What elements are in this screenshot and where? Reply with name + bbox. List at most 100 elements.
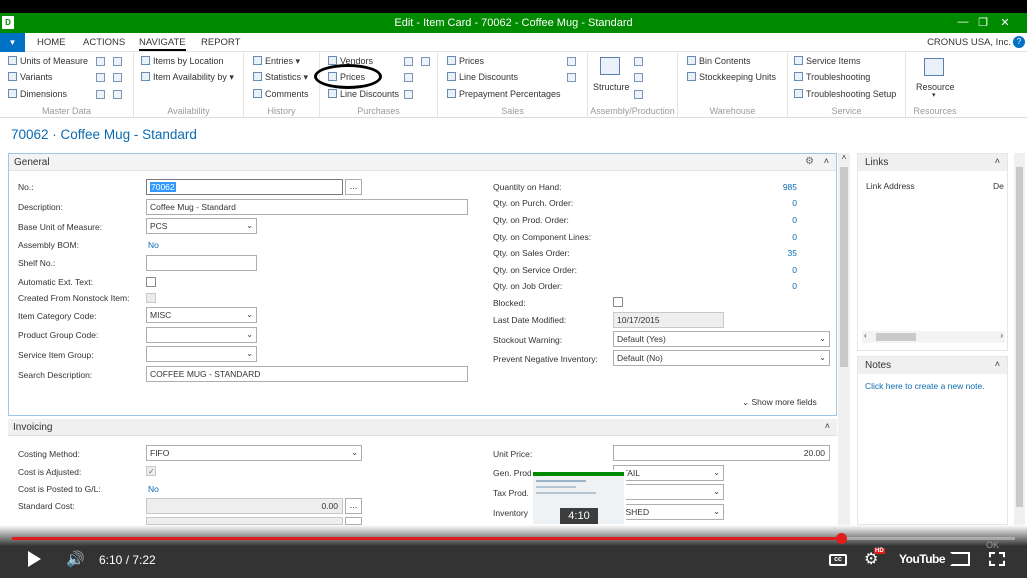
- document-icon[interactable]: [567, 57, 576, 66]
- progress-scrubber[interactable]: [836, 533, 848, 544]
- shelf-no-input[interactable]: [146, 255, 257, 271]
- bom-tree-icon[interactable]: [634, 73, 643, 82]
- small-action-icon[interactable]: [96, 57, 105, 66]
- scroll-thumb[interactable]: [1016, 167, 1023, 507]
- help-icon[interactable]: ?: [1013, 36, 1025, 48]
- unit-price-input[interactable]: 20.00: [613, 445, 830, 461]
- collapse-icon[interactable]: ˄: [825, 421, 830, 431]
- no-input[interactable]: 70062: [146, 179, 343, 195]
- item-availability-by-button[interactable]: Item Availability by ▾: [141, 72, 234, 83]
- comments-button[interactable]: Comments: [253, 89, 309, 99]
- app-menu-button[interactable]: ▼: [0, 33, 25, 52]
- qty-component-lines-value[interactable]: 0: [767, 232, 797, 242]
- entries-button[interactable]: Entries ▾: [253, 56, 300, 67]
- links-hscrollbar[interactable]: ‹ ›: [862, 331, 1005, 343]
- production-icon[interactable]: [634, 90, 643, 99]
- notes-header[interactable]: Notes ˄: [858, 357, 1007, 374]
- document-icon[interactable]: [404, 90, 413, 99]
- costing-method-select[interactable]: FIFO ⌄: [146, 445, 362, 461]
- qty-job-order-value[interactable]: 0: [767, 281, 797, 291]
- list-icon[interactable]: [96, 90, 105, 99]
- factbox-scrollbar[interactable]: [1014, 153, 1025, 525]
- item-category-select[interactable]: MISC ⌄: [146, 307, 257, 323]
- sales-prices-button[interactable]: Prices: [447, 56, 484, 66]
- small-action-icon[interactable]: [113, 57, 122, 66]
- scroll-up-icon[interactable]: ˄: [838, 153, 850, 165]
- youtube-logo[interactable]: YouTube: [899, 552, 946, 566]
- inventory-posting-select[interactable]: NISHED ⌄: [613, 504, 724, 520]
- items-by-location-button[interactable]: Items by Location: [141, 56, 224, 66]
- routing-icon[interactable]: [634, 57, 643, 66]
- gen-prod-posting-select[interactable]: ETAIL ⌄: [613, 465, 724, 481]
- prepayment-percentages-button[interactable]: Prepayment Percentages: [447, 89, 561, 99]
- collapse-icon[interactable]: ˄: [995, 156, 1000, 166]
- prevent-negative-select[interactable]: Default (No) ⌄: [613, 350, 830, 366]
- tab-actions[interactable]: ACTIONS: [83, 37, 125, 48]
- bin-contents-button[interactable]: Bin Contents: [687, 56, 751, 66]
- variants-button[interactable]: Variants: [8, 72, 52, 82]
- base-uom-select[interactable]: PCS ⌄: [146, 218, 257, 234]
- search-description-input[interactable]: COFFEE MUG - STANDARD: [146, 366, 468, 382]
- collapse-icon[interactable]: ˄: [824, 156, 829, 166]
- show-more-fields-link[interactable]: ⌄ Show more fields: [742, 397, 817, 408]
- links-header[interactable]: Links ˄: [858, 154, 1007, 171]
- assembly-bom-value[interactable]: No: [148, 240, 159, 250]
- tab-home[interactable]: HOME: [37, 37, 66, 48]
- small-action-icon[interactable]: [404, 57, 413, 66]
- scroll-right-icon[interactable]: ›: [1000, 331, 1003, 340]
- structure-icon[interactable]: [600, 57, 620, 75]
- close-icon[interactable]: ✕: [998, 16, 1012, 29]
- chevron-down-icon[interactable]: ▾: [932, 91, 936, 99]
- qty-on-hand-value[interactable]: 985: [767, 182, 797, 192]
- cast-icon[interactable]: [950, 552, 970, 566]
- units-of-measure-button[interactable]: Units of Measure: [8, 56, 88, 66]
- minimize-icon[interactable]: —: [956, 16, 970, 28]
- play-icon[interactable]: [28, 551, 41, 567]
- main-scrollbar[interactable]: ˄: [838, 153, 850, 525]
- hscroll-thumb[interactable]: [876, 333, 916, 341]
- purchase-line-discounts-button[interactable]: Line Discounts: [328, 89, 399, 99]
- qty-prod-order-value[interactable]: 0: [767, 215, 797, 225]
- document-icon[interactable]: [567, 73, 576, 82]
- maximize-icon[interactable]: ❐: [976, 16, 990, 29]
- tab-report[interactable]: REPORT: [201, 37, 240, 48]
- automatic-ext-text-checkbox[interactable]: [146, 277, 156, 287]
- fullscreen-icon[interactable]: [989, 552, 1005, 566]
- collapse-icon[interactable]: ˄: [995, 359, 1000, 369]
- troubleshooting-button[interactable]: Troubleshooting: [794, 72, 870, 82]
- cost-posted-gl-value[interactable]: No: [148, 484, 159, 494]
- description-input[interactable]: Coffee Mug - Standard: [146, 199, 468, 215]
- service-items-button[interactable]: Service Items: [794, 56, 861, 66]
- structure-button[interactable]: Structure: [593, 82, 630, 92]
- grid-icon[interactable]: [113, 90, 122, 99]
- qty-service-order-value[interactable]: 0: [767, 265, 797, 275]
- create-note-link[interactable]: Click here to create a new note.: [865, 381, 985, 391]
- next-field-lookup-button[interactable]: [345, 517, 362, 525]
- invoicing-header[interactable]: Invoicing ˄: [8, 419, 837, 436]
- service-item-group-select[interactable]: ⌄: [146, 346, 257, 362]
- tax-prod-select[interactable]: ⌄: [613, 484, 724, 500]
- scroll-thumb[interactable]: [840, 167, 848, 367]
- picture-icon[interactable]: [113, 73, 122, 82]
- scroll-left-icon[interactable]: ‹: [864, 331, 867, 340]
- no-lookup-button[interactable]: ...: [345, 179, 362, 195]
- resource-icon[interactable]: [924, 58, 944, 76]
- customize-icon[interactable]: ⚙: [805, 156, 814, 167]
- stockout-warning-select[interactable]: Default (Yes) ⌄: [613, 331, 830, 347]
- troubleshooting-setup-button[interactable]: Troubleshooting Setup: [794, 89, 896, 99]
- small-action-icon[interactable]: [421, 57, 430, 66]
- general-header[interactable]: General ⚙ ˄: [9, 154, 836, 171]
- qty-sales-order-value[interactable]: 35: [767, 248, 797, 258]
- product-group-select[interactable]: ⌄: [146, 327, 257, 343]
- qty-purch-order-value[interactable]: 0: [767, 198, 797, 208]
- tab-navigate[interactable]: NAVIGATE: [139, 37, 186, 51]
- progress-bar-track[interactable]: [12, 533, 1015, 544]
- captions-icon[interactable]: cc: [829, 554, 847, 566]
- statistics-button[interactable]: Statistics ▾: [253, 72, 308, 83]
- volume-icon[interactable]: 🔊: [66, 550, 85, 568]
- standard-cost-lookup-button[interactable]: ...: [345, 498, 362, 514]
- blocked-checkbox[interactable]: [613, 297, 623, 307]
- document-icon[interactable]: [404, 73, 413, 82]
- dimensions-button[interactable]: Dimensions: [8, 89, 67, 99]
- company-name[interactable]: CRONUS USA, Inc.: [927, 37, 1011, 48]
